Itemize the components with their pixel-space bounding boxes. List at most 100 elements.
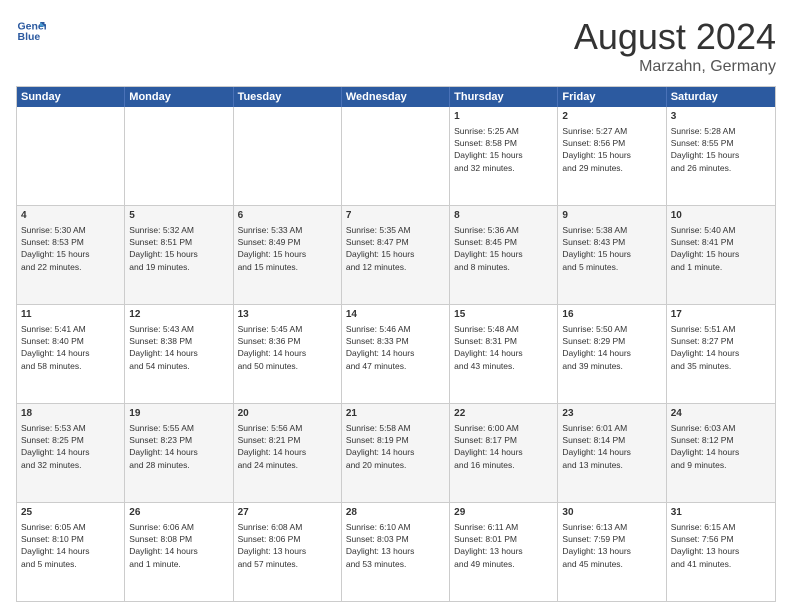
logo: General Blue General Blue [16,16,46,46]
day-cell-26: 26 Sunrise: 6:06 AM Sunset: 8:08 PM Dayli… [125,503,233,601]
day-number: 4 [21,209,120,223]
day-info: Sunrise: 5:33 AM Sunset: 8:49 PM Dayligh… [238,225,307,272]
calendar-row-1: 4 Sunrise: 5:30 AM Sunset: 8:53 PM Daylig… [17,206,775,305]
day-cell-31: 31 Sunrise: 6:15 AM Sunset: 7:56 PM Dayli… [667,503,775,601]
day-number: 20 [238,407,337,421]
day-number: 29 [454,506,553,520]
day-cell-2: 2 Sunrise: 5:27 AM Sunset: 8:56 PM Daylig… [558,107,666,205]
day-number: 31 [671,506,771,520]
header-day-monday: Monday [125,87,233,107]
day-number: 2 [562,110,661,124]
day-info: Sunrise: 6:06 AM Sunset: 8:08 PM Dayligh… [129,522,198,569]
day-info: Sunrise: 6:05 AM Sunset: 8:10 PM Dayligh… [21,522,90,569]
day-number: 9 [562,209,661,223]
day-info: Sunrise: 5:56 AM Sunset: 8:21 PM Dayligh… [238,423,307,470]
calendar-row-3: 18 Sunrise: 5:53 AM Sunset: 8:25 PM Dayli… [17,404,775,503]
day-info: Sunrise: 6:13 AM Sunset: 7:59 PM Dayligh… [562,522,631,569]
calendar-row-0: 1Sunrise: 5:25 AM Sunset: 8:58 PM Daylig… [17,107,775,206]
calendar-row-2: 11 Sunrise: 5:41 AM Sunset: 8:40 PM Dayli… [17,305,775,404]
header-day-friday: Friday [558,87,666,107]
empty-cell-r0c1 [125,107,233,205]
day-number: 14 [346,308,445,322]
day-info: Sunrise: 6:00 AM Sunset: 8:17 PM Dayligh… [454,423,523,470]
day-cell-7: 7 Sunrise: 5:35 AM Sunset: 8:47 PM Daylig… [342,206,450,304]
day-info: Sunrise: 5:38 AM Sunset: 8:43 PM Dayligh… [562,225,631,272]
day-cell-10: 10 Sunrise: 5:40 AM Sunset: 8:41 PM Dayli… [667,206,775,304]
day-info: Sunrise: 5:35 AM Sunset: 8:47 PM Dayligh… [346,225,415,272]
day-number: 11 [21,308,120,322]
day-cell-30: 30Sunrise: 6:13 AM Sunset: 7:59 PM Dayli… [558,503,666,601]
day-cell-21: 21 Sunrise: 5:58 AM Sunset: 8:19 PM Dayli… [342,404,450,502]
calendar-row-4: 25 Sunrise: 6:05 AM Sunset: 8:10 PM Dayli… [17,503,775,601]
day-cell-16: 16 Sunrise: 5:50 AM Sunset: 8:29 PM Dayli… [558,305,666,403]
day-info: Sunrise: 6:01 AM Sunset: 8:14 PM Dayligh… [562,423,631,470]
day-cell-28: 28Sunrise: 6:10 AM Sunset: 8:03 PM Dayli… [342,503,450,601]
day-info: Sunrise: 5:40 AM Sunset: 8:41 PM Dayligh… [671,225,740,272]
day-info: Sunrise: 5:25 AM Sunset: 8:58 PM Dayligh… [454,126,523,173]
day-number: 26 [129,506,228,520]
day-cell-22: 22Sunrise: 6:00 AM Sunset: 8:17 PM Dayli… [450,404,558,502]
day-info: Sunrise: 5:50 AM Sunset: 8:29 PM Dayligh… [562,324,631,371]
day-info: Sunrise: 5:46 AM Sunset: 8:33 PM Dayligh… [346,324,415,371]
day-cell-17: 17 Sunrise: 5:51 AM Sunset: 8:27 PM Dayli… [667,305,775,403]
day-info: Sunrise: 5:51 AM Sunset: 8:27 PM Dayligh… [671,324,740,371]
day-number: 19 [129,407,228,421]
day-number: 13 [238,308,337,322]
empty-cell-r0c2 [234,107,342,205]
day-info: Sunrise: 6:08 AM Sunset: 8:06 PM Dayligh… [238,522,307,569]
day-cell-29: 29Sunrise: 6:11 AM Sunset: 8:01 PM Dayli… [450,503,558,601]
calendar-body: 1Sunrise: 5:25 AM Sunset: 8:58 PM Daylig… [17,107,775,601]
title-block: August 2024 Marzahn, Germany [574,16,776,76]
header-day-sunday: Sunday [17,87,125,107]
day-number: 6 [238,209,337,223]
day-cell-23: 23 Sunrise: 6:01 AM Sunset: 8:14 PM Dayli… [558,404,666,502]
empty-cell-r0c0 [17,107,125,205]
day-number: 7 [346,209,445,223]
day-number: 21 [346,407,445,421]
day-info: Sunrise: 6:15 AM Sunset: 7:56 PM Dayligh… [671,522,740,569]
day-number: 18 [21,407,120,421]
header-day-saturday: Saturday [667,87,775,107]
day-cell-24: 24 Sunrise: 6:03 AM Sunset: 8:12 PM Dayli… [667,404,775,502]
day-cell-18: 18 Sunrise: 5:53 AM Sunset: 8:25 PM Dayli… [17,404,125,502]
day-info: Sunrise: 5:58 AM Sunset: 8:19 PM Dayligh… [346,423,415,470]
day-info: Sunrise: 5:32 AM Sunset: 8:51 PM Dayligh… [129,225,198,272]
day-info: Sunrise: 5:45 AM Sunset: 8:36 PM Dayligh… [238,324,307,371]
day-number: 15 [454,308,553,322]
day-number: 23 [562,407,661,421]
day-info: Sunrise: 5:36 AM Sunset: 8:45 PM Dayligh… [454,225,523,272]
day-info: Sunrise: 6:10 AM Sunset: 8:03 PM Dayligh… [346,522,415,569]
day-number: 3 [671,110,771,124]
calendar: SundayMondayTuesdayWednesdayThursdayFrid… [16,86,776,602]
day-number: 17 [671,308,771,322]
day-cell-14: 14 Sunrise: 5:46 AM Sunset: 8:33 PM Dayli… [342,305,450,403]
day-cell-25: 25 Sunrise: 6:05 AM Sunset: 8:10 PM Dayli… [17,503,125,601]
day-info: Sunrise: 5:27 AM Sunset: 8:56 PM Dayligh… [562,126,631,173]
day-cell-1: 1Sunrise: 5:25 AM Sunset: 8:58 PM Daylig… [450,107,558,205]
day-number: 24 [671,407,771,421]
logo-icon: General Blue [16,16,46,46]
header-day-thursday: Thursday [450,87,558,107]
day-info: Sunrise: 5:55 AM Sunset: 8:23 PM Dayligh… [129,423,198,470]
location-title: Marzahn, Germany [574,58,776,76]
day-number: 25 [21,506,120,520]
header-day-wednesday: Wednesday [342,87,450,107]
day-number: 16 [562,308,661,322]
svg-text:Blue: Blue [18,31,41,43]
day-info: Sunrise: 6:03 AM Sunset: 8:12 PM Dayligh… [671,423,740,470]
day-info: Sunrise: 5:53 AM Sunset: 8:25 PM Dayligh… [21,423,90,470]
day-cell-9: 9 Sunrise: 5:38 AM Sunset: 8:43 PM Daylig… [558,206,666,304]
day-cell-19: 19 Sunrise: 5:55 AM Sunset: 8:23 PM Dayli… [125,404,233,502]
day-info: Sunrise: 5:41 AM Sunset: 8:40 PM Dayligh… [21,324,90,371]
day-cell-3: 3 Sunrise: 5:28 AM Sunset: 8:55 PM Daylig… [667,107,775,205]
day-number: 10 [671,209,771,223]
day-number: 27 [238,506,337,520]
day-cell-8: 8Sunrise: 5:36 AM Sunset: 8:45 PM Daylig… [450,206,558,304]
day-info: Sunrise: 5:30 AM Sunset: 8:53 PM Dayligh… [21,225,90,272]
day-cell-4: 4 Sunrise: 5:30 AM Sunset: 8:53 PM Daylig… [17,206,125,304]
day-cell-5: 5Sunrise: 5:32 AM Sunset: 8:51 PM Daylig… [125,206,233,304]
day-number: 12 [129,308,228,322]
day-info: Sunrise: 5:28 AM Sunset: 8:55 PM Dayligh… [671,126,740,173]
day-cell-6: 6 Sunrise: 5:33 AM Sunset: 8:49 PM Daylig… [234,206,342,304]
day-cell-11: 11 Sunrise: 5:41 AM Sunset: 8:40 PM Dayli… [17,305,125,403]
